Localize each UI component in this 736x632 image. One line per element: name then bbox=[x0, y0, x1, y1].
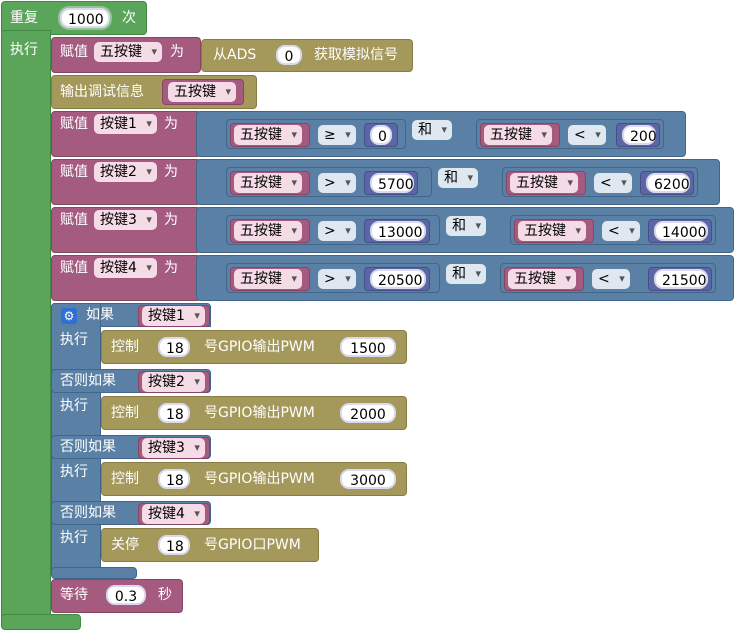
pwm-3-value-input[interactable]: 3000 bbox=[340, 469, 396, 489]
if-cond-3-dropdown[interactable]: 按键3 bbox=[142, 438, 205, 458]
assign-key4-to-label: 为 bbox=[164, 260, 178, 276]
read-ads-channel-input[interactable]: 0 bbox=[276, 45, 302, 65]
compare-2a-var-dropdown[interactable]: 五按键 bbox=[234, 173, 302, 193]
compare-1a-var-dropdown[interactable]: 五按键 bbox=[234, 125, 302, 145]
pwm-1-pin-input[interactable]: 18 bbox=[158, 337, 190, 357]
repeat-block-bottom bbox=[1, 614, 81, 630]
if-cond-4-dropdown[interactable]: 按键4 bbox=[142, 504, 205, 524]
assign-key3-var-dropdown[interactable]: 按键3 bbox=[94, 210, 157, 230]
pwm-1-label: 号GPIO输出PWM bbox=[204, 339, 315, 355]
elseif-label-3: 否则如果 bbox=[60, 439, 116, 455]
pwm-stop-label: 关停 bbox=[111, 537, 139, 553]
wait-value-input[interactable]: 0.3 bbox=[106, 585, 146, 605]
compare-2a-value-input[interactable]: 5700 bbox=[370, 173, 414, 193]
gear-icon[interactable]: ⚙ bbox=[61, 308, 77, 324]
and-1-op-dropdown[interactable]: 和 bbox=[412, 120, 452, 140]
if-label: 如果 bbox=[86, 307, 114, 323]
compare-1b-op-dropdown[interactable]: < bbox=[568, 125, 606, 145]
if-cond-2-dropdown[interactable]: 按键2 bbox=[142, 372, 205, 392]
if-do-label-2: 执行 bbox=[60, 398, 88, 414]
pwm-stop-pin-input[interactable]: 18 bbox=[158, 535, 190, 555]
compare-2a-op-dropdown[interactable]: > bbox=[318, 173, 356, 193]
compare-3a-value-input[interactable]: 13000 bbox=[370, 221, 426, 241]
compare-3b-op-dropdown[interactable]: < bbox=[602, 221, 640, 241]
pwm-1-value-input[interactable]: 1500 bbox=[340, 337, 396, 357]
compare-4b-op-dropdown[interactable]: < bbox=[592, 269, 630, 289]
compare-2b-value-input[interactable]: 6200 bbox=[646, 173, 690, 193]
if-do-label-3: 执行 bbox=[60, 464, 88, 480]
assign-key2-to-label: 为 bbox=[164, 164, 178, 180]
assign-key3-to-label: 为 bbox=[164, 212, 178, 228]
pwm-3-label: 号GPIO输出PWM bbox=[204, 471, 315, 487]
compare-4b-value-input[interactable]: 21500 bbox=[654, 269, 708, 289]
wait-unit: 秒 bbox=[158, 587, 172, 603]
pwm-2-control-label: 控制 bbox=[111, 405, 139, 421]
compare-3a-op-dropdown[interactable]: > bbox=[318, 221, 356, 241]
assign-key1-to-label: 为 bbox=[164, 116, 178, 132]
pwm-2-label: 号GPIO输出PWM bbox=[204, 405, 315, 421]
compare-1b-var-dropdown[interactable]: 五按键 bbox=[484, 125, 552, 145]
if-block-bottom bbox=[51, 567, 137, 579]
assign-key2-set-label: 赋值 bbox=[60, 164, 88, 180]
repeat-label: 重复 bbox=[10, 10, 38, 26]
assign-key4-var-dropdown[interactable]: 按键4 bbox=[94, 258, 157, 278]
assign-key1-var-dropdown[interactable]: 按键1 bbox=[94, 114, 157, 134]
elseif-label-4: 否则如果 bbox=[60, 505, 116, 521]
compare-3a-var-dropdown[interactable]: 五按键 bbox=[234, 221, 302, 241]
compare-3b-value-input[interactable]: 14000 bbox=[654, 221, 708, 241]
pwm-3-control-label: 控制 bbox=[111, 471, 139, 487]
compare-4a-value-input[interactable]: 20500 bbox=[370, 269, 426, 289]
pwm-1-control-label: 控制 bbox=[111, 339, 139, 355]
assign-ads-set-label: 赋值 bbox=[60, 44, 88, 60]
if-cond-1-dropdown[interactable]: 按键1 bbox=[142, 306, 205, 326]
pwm-2-pin-input[interactable]: 18 bbox=[158, 403, 190, 423]
wait-label: 等待 bbox=[60, 587, 88, 603]
repeat-count-input[interactable]: 1000 bbox=[60, 8, 110, 28]
compare-3b-var-dropdown[interactable]: 五按键 bbox=[518, 221, 586, 241]
repeat-block-arm bbox=[1, 30, 51, 622]
pwm-3-pin-input[interactable]: 18 bbox=[158, 469, 190, 489]
debug-label: 输出调试信息 bbox=[60, 84, 144, 100]
and-4-op-dropdown[interactable]: 和 bbox=[446, 264, 486, 284]
read-ads-from-label: 从ADS bbox=[213, 47, 257, 63]
compare-1a-op-dropdown[interactable]: ≥ bbox=[318, 125, 356, 145]
pwm-stop-gpio-label: 号GPIO口PWM bbox=[204, 537, 301, 553]
assign-ads-var-dropdown[interactable]: 五按键 bbox=[94, 42, 162, 62]
compare-2b-var-dropdown[interactable]: 五按键 bbox=[510, 173, 578, 193]
elseif-label-2: 否则如果 bbox=[60, 373, 116, 389]
repeat-do-label: 执行 bbox=[10, 42, 38, 58]
read-ads-read-label: 获取模拟信号 bbox=[314, 47, 398, 63]
assign-key2-var-dropdown[interactable]: 按键2 bbox=[94, 162, 157, 182]
assign-key3-set-label: 赋值 bbox=[60, 212, 88, 228]
pwm-2-value-input[interactable]: 2000 bbox=[340, 403, 396, 423]
compare-2b-op-dropdown[interactable]: < bbox=[594, 173, 632, 193]
compare-4a-op-dropdown[interactable]: > bbox=[318, 269, 356, 289]
compare-1b-value-input[interactable]: 200 bbox=[622, 125, 657, 145]
and-3-op-dropdown[interactable]: 和 bbox=[446, 216, 486, 236]
compare-1a-value-input[interactable]: 0 bbox=[370, 125, 392, 145]
and-2-op-dropdown[interactable]: 和 bbox=[438, 168, 478, 188]
if-do-label-1: 执行 bbox=[60, 332, 88, 348]
compare-4b-var-dropdown[interactable]: 五按键 bbox=[508, 269, 576, 289]
compare-4a-var-dropdown[interactable]: 五按键 bbox=[234, 269, 302, 289]
repeat-unit: 次 bbox=[122, 10, 136, 26]
assign-key1-set-label: 赋值 bbox=[60, 116, 88, 132]
assign-key4-set-label: 赋值 bbox=[60, 260, 88, 276]
debug-var-dropdown[interactable]: 五按键 bbox=[168, 82, 236, 102]
assign-ads-to-label: 为 bbox=[170, 44, 184, 60]
if-do-label-4: 执行 bbox=[60, 530, 88, 546]
